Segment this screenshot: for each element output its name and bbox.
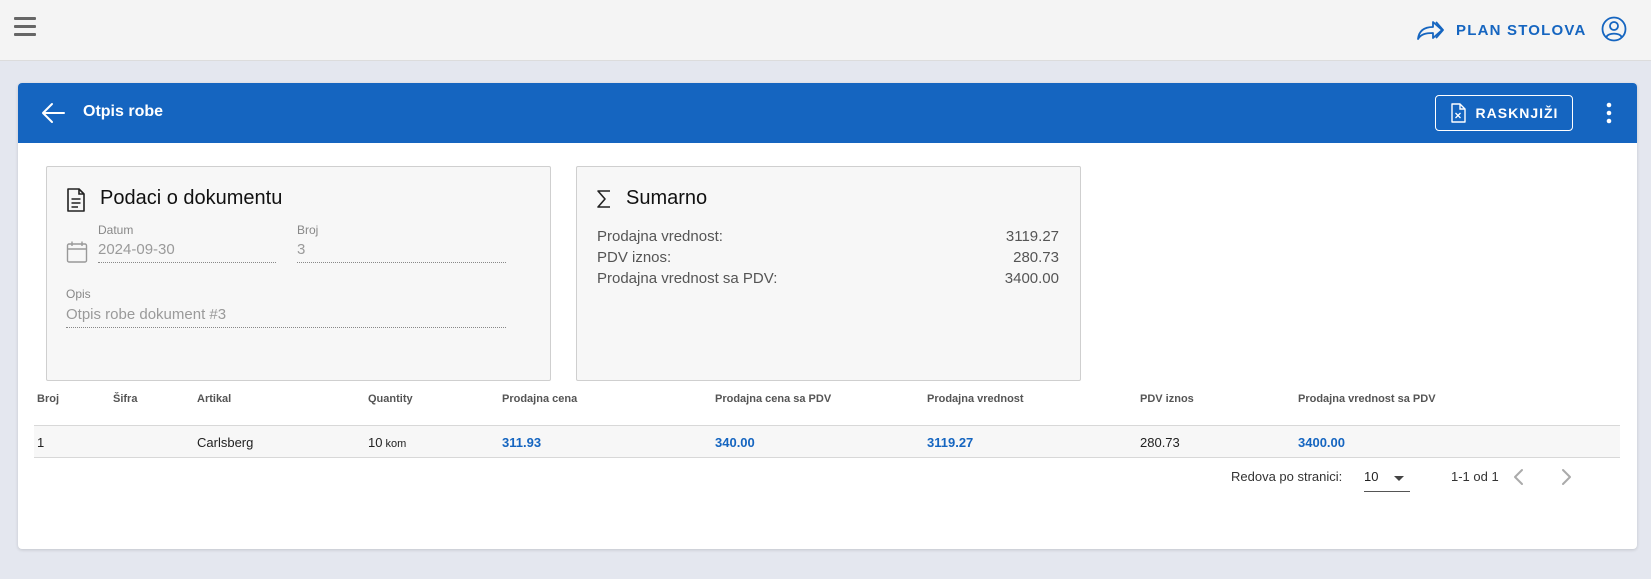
cell-prodajna-cena-pdv[interactable]: 340.00 [715, 435, 755, 450]
summary-title: Sumarno [626, 187, 708, 209]
column-header-prodajna-cena-pdv[interactable]: Prodajna cena sa PDV [715, 393, 831, 425]
rows-per-page-label: Redova po stranici: [1231, 469, 1343, 484]
pagination-range: 1-1 od 1 [1451, 469, 1499, 484]
cell-broj: 1 [37, 435, 45, 450]
date-label: Datum [98, 223, 134, 237]
table-row[interactable]: 1 Carlsberg 10 kom 311.93 340.00 3119.27 … [34, 426, 1620, 458]
cell-pdv-iznos: 280.73 [1140, 435, 1180, 450]
document-details-panel: Podaci o dokumentu Datum 2024-09-30 Broj… [46, 166, 551, 381]
column-header-broj[interactable]: Broj [37, 393, 59, 425]
arrow-left-icon[interactable] [40, 100, 66, 126]
summary-label: Prodajna vrednost sa PDV: [597, 270, 778, 287]
column-header-sifra[interactable]: Šifra [113, 393, 137, 425]
date-field[interactable]: 2024-09-30 [98, 241, 276, 263]
column-header-pdv-iznos[interactable]: PDV iznos [1140, 393, 1194, 425]
description-label: Opis [66, 287, 91, 301]
page-title: Otpis robe [83, 103, 164, 120]
quantity-value: 10 [368, 435, 383, 450]
account-circle-icon[interactable] [1601, 16, 1627, 42]
summary-row-sales-value: Prodajna vrednost: 3119.27 [597, 228, 1059, 245]
description-field[interactable]: Otpis robe dokument #3 [66, 306, 506, 328]
chevron-left-icon[interactable] [1507, 465, 1531, 489]
forward-share-icon [1417, 21, 1444, 40]
summary-row-sales-value-vat: Prodajna vrednost sa PDV: 3400.00 [597, 270, 1059, 287]
summary-value: 280.73 [1013, 249, 1059, 266]
card-header: Otpis robe RASKNJIŽI [18, 83, 1637, 143]
column-header-prodajna-vrednost-pdv[interactable]: Prodajna vrednost sa PDV [1298, 393, 1436, 425]
cell-artikal: Carlsberg [197, 435, 254, 450]
calendar-icon [66, 241, 88, 263]
number-label: Broj [297, 223, 319, 237]
dots-vertical-icon[interactable] [1596, 100, 1622, 126]
number-field[interactable]: 3 [297, 241, 506, 263]
cell-prodajna-vrednost-pdv[interactable]: 3400.00 [1298, 435, 1345, 450]
summary-label: PDV iznos: [597, 249, 672, 266]
column-header-artikal[interactable]: Artikal [197, 393, 231, 425]
document-text-icon [67, 188, 85, 212]
column-header-quantity[interactable]: Quantity [368, 393, 413, 425]
column-header-prodajna-cena[interactable]: Prodajna cena [502, 393, 577, 425]
summary-panel: Sumarno Prodajna vrednost: 3119.27 PDV i… [576, 166, 1081, 381]
quantity-unit: kom [385, 438, 407, 450]
rows-per-page-select[interactable]: 10 [1364, 466, 1410, 492]
rasknjizi-button[interactable]: RASKNJIŽI [1435, 95, 1573, 131]
summary-row-vat: PDV iznos: 280.73 [597, 249, 1059, 266]
summary-value: 3119.27 [1005, 228, 1059, 245]
pagination: Redova po stranici: 10 1-1 od 1 [18, 469, 1637, 499]
cell-quantity: 10 kom [368, 435, 406, 450]
summary-label: Prodajna vrednost: [597, 228, 723, 245]
top-app-bar: PLAN STOLOVA [0, 0, 1651, 61]
column-header-prodajna-vrednost[interactable]: Prodajna vrednost [927, 393, 1024, 425]
rasknjizi-label: RASKNJIŽI [1475, 105, 1559, 121]
plan-stolova-label: PLAN STOLOVA [1456, 21, 1587, 39]
summary-value: 3400.00 [1004, 270, 1059, 287]
cell-prodajna-vrednost[interactable]: 3119.27 [927, 435, 973, 450]
plan-stolova-link[interactable]: PLAN STOLOVA [1416, 14, 1587, 46]
document-card: Otpis robe RASKNJIŽI Podaci o dokumentu [18, 83, 1637, 549]
rows-per-page-value: 10 [1364, 469, 1379, 484]
caret-down-icon [1394, 476, 1404, 481]
hamburger-icon[interactable] [14, 17, 36, 39]
sigma-icon [597, 190, 610, 208]
chevron-right-icon[interactable] [1554, 465, 1578, 489]
document-details-title: Podaci o dokumentu [100, 187, 283, 209]
cell-prodajna-cena[interactable]: 311.93 [502, 435, 541, 450]
file-cancel-icon [1450, 103, 1466, 123]
